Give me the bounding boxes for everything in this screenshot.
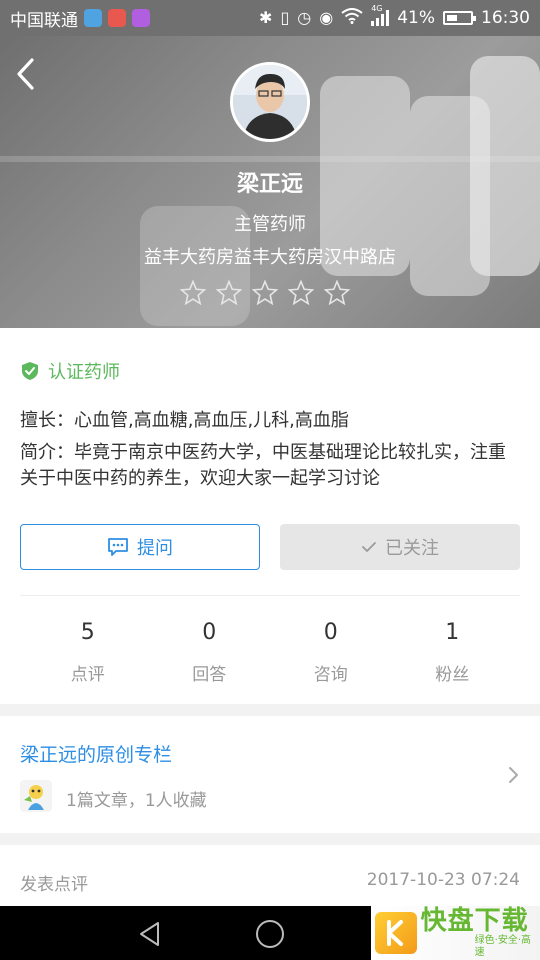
watermark-logo: 快盘下载 绿色·安全·高速 [371, 906, 540, 960]
column-thumbnail-icon [20, 780, 52, 812]
original-column-row[interactable]: 梁正远的原创专栏 1篇文章，1人收藏 [0, 716, 540, 833]
bluetooth-icon: ✱ [259, 8, 273, 27]
chevron-right-icon [508, 766, 520, 788]
status-left: 中国联通 [10, 6, 150, 31]
chat-bubble-icon [108, 538, 128, 556]
follow-button-label: 已关注 [385, 538, 439, 559]
star-empty-icon [252, 280, 278, 306]
message-notification-icon [108, 9, 126, 27]
review-item[interactable]: 发表点评 2017-10-23 07:24 [0, 845, 540, 906]
profile-header: 梁正远 主管药师 益丰大药房益丰大药房汉中路店 [0, 36, 540, 328]
ask-button-label: 提问 [137, 538, 173, 559]
person-photo-icon [233, 65, 307, 139]
stat-label: 粉丝 [435, 665, 470, 685]
specialty-text: 擅长：心血管,高血糖,高血压,儿科,高血脂 [20, 410, 349, 431]
stat-value: 0 [323, 620, 338, 645]
watermark-text: 快盘下载 绿色·安全·高速 [421, 907, 540, 959]
watermark-logo-icon [375, 912, 417, 954]
pharmacy-store-name: 益丰大药房益丰大药房汉中路店 [144, 247, 396, 268]
column-title: 梁正远的原创专栏 [20, 744, 173, 766]
eye-icon: ◉ [319, 8, 334, 27]
divider [20, 595, 520, 596]
stat-label: 点评 [70, 665, 105, 685]
battery-icon [443, 11, 476, 25]
star-empty-icon [288, 280, 314, 306]
network-type-label: 4G [371, 4, 383, 13]
nav-back-button[interactable] [136, 920, 164, 952]
shield-check-icon [22, 362, 38, 380]
check-icon [362, 542, 376, 552]
signal-icon: 4G [371, 4, 390, 26]
gallery-notification-icon [132, 9, 150, 27]
circle-home-icon [256, 920, 284, 948]
stat-label: 回答 [192, 665, 227, 685]
watermark-tagline: 绿色·安全·高速 [474, 935, 531, 958]
followed-button[interactable]: 已关注 [280, 524, 520, 570]
status-right: ✱ ▯ ◷ ◉ 4G 41% 16:30 [259, 4, 530, 29]
rating-stars [180, 280, 350, 306]
vibrate-icon: ▯ [280, 8, 290, 27]
star-empty-icon [180, 280, 206, 306]
back-button[interactable] [10, 54, 40, 94]
clock-time: 16:30 [481, 8, 530, 28]
status-bar: 中国联通 ✱ ▯ ◷ ◉ 4G 41% 16:30 [0, 0, 540, 36]
profile-card: 认证药师 擅长：心血管,高血糖,高血压,儿科,高血脂 简介：毕竟于南京中医药大学… [0, 328, 540, 704]
ask-question-button[interactable]: 提问 [20, 524, 260, 570]
chevron-left-icon [17, 58, 34, 90]
watermark-brand: 快盘下载 [420, 906, 529, 936]
system-nav-bar: 快盘下载 绿色·安全·高速 [0, 906, 540, 960]
stat-value: 0 [202, 620, 217, 645]
review-timestamp: 2017-10-23 07:24 [366, 870, 520, 890]
verified-label: 认证药师 [48, 362, 120, 383]
pharmacist-title: 主管药师 [234, 214, 306, 235]
pharmacist-name: 梁正远 [236, 172, 303, 197]
stat-reviews[interactable]: 5 点评 [27, 620, 149, 685]
alarm-icon: ◷ [297, 8, 312, 27]
stat-answers[interactable]: 0 回答 [149, 620, 271, 685]
stat-followers[interactable]: 1 粉丝 [392, 620, 514, 685]
star-empty-icon [216, 280, 242, 306]
verified-badge: 认证药师 [20, 358, 120, 384]
stats-row: 5 点评 0 回答 0 咨询 1 粉丝 [27, 620, 513, 685]
intro-text: 简介：毕竟于南京中医药大学，中医基础理论比较扎实，注重关于中医中药的养生，欢迎大… [20, 442, 506, 489]
star-empty-icon [324, 280, 350, 306]
stat-value: 1 [445, 620, 460, 645]
stat-value: 5 [80, 620, 95, 645]
column-stats: 1篇文章，1人收藏 [66, 791, 207, 811]
carrier-label: 中国联通 [10, 10, 78, 31]
review-label: 发表点评 [20, 875, 88, 895]
battery-percent: 41% [397, 8, 435, 28]
avatar[interactable] [230, 62, 310, 142]
wifi-icon [341, 7, 363, 29]
nav-home-button[interactable] [254, 918, 286, 954]
stat-consultations[interactable]: 0 咨询 [270, 620, 392, 685]
app-notification-icon [84, 9, 102, 27]
triangle-back-icon [140, 922, 159, 946]
stat-label: 咨询 [313, 665, 348, 685]
